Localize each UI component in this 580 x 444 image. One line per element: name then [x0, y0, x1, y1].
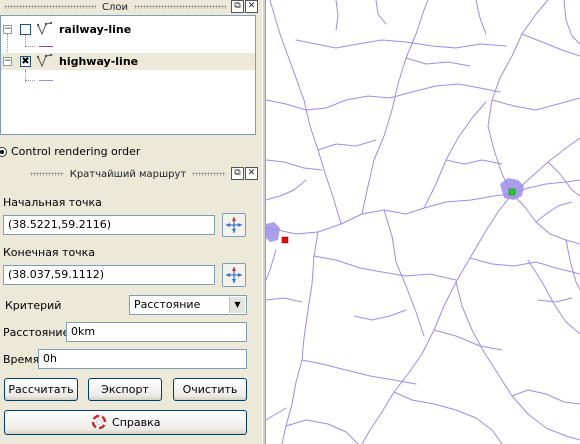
- road-line: [511, 193, 580, 245]
- line-layer-icon: [37, 22, 53, 36]
- layer-visibility-checkbox[interactable]: [20, 24, 31, 35]
- start-point-field[interactable]: (38.5221,59.2116): [3, 215, 215, 235]
- layer-symbol: [39, 46, 53, 47]
- pick-start-point-button[interactable]: [222, 213, 246, 237]
- map-canvas[interactable]: [266, 0, 580, 444]
- road-line: [266, 159, 323, 171]
- road-line: [353, 309, 407, 321]
- road-line: [469, 257, 580, 275]
- clear-button[interactable]: Очистить: [173, 378, 247, 401]
- radio-button[interactable]: [0, 146, 7, 157]
- route-dock-titlebar[interactable]: Кратчайший маршрут ⧉ ✕: [0, 167, 262, 181]
- road-line: [445, 159, 503, 165]
- road-line: [521, 33, 580, 57]
- control-rendering-order-toggle[interactable]: Control rendering order: [0, 145, 140, 158]
- criterion-value: Расстояние: [134, 298, 201, 311]
- road-line: [361, 193, 513, 444]
- route-dock-title: Кратчайший маршрут: [69, 168, 187, 180]
- calculate-button[interactable]: Рассчитать: [4, 378, 78, 401]
- end-point-label: Конечная точка: [3, 246, 96, 259]
- layers-dock-title: Слои: [102, 1, 128, 13]
- road-network-map[interactable]: [266, 0, 580, 444]
- city-area: [266, 222, 280, 242]
- end-point-field[interactable]: (38.037,59.1112): [3, 265, 215, 285]
- road-line: [491, 97, 580, 111]
- distance-label: Расстояние: [3, 326, 70, 339]
- road-line: [317, 139, 377, 151]
- layers-tree[interactable]: − railway-line − ✖ highway-line: [0, 15, 256, 135]
- road-line: [563, 0, 580, 45]
- close-icon[interactable]: ✕: [245, 0, 258, 13]
- road-line: [266, 179, 307, 201]
- pick-end-point-button[interactable]: [222, 263, 246, 287]
- road-line: [266, 297, 303, 303]
- capture-point-icon: [226, 267, 242, 283]
- road-line: [361, 0, 429, 215]
- road-line: [405, 57, 471, 67]
- road-line: [295, 39, 507, 49]
- road-line: [423, 101, 487, 209]
- left-dock-area: Слои ⧉ ✕ − railway-line − ✖ highway-line…: [0, 0, 262, 444]
- float-window-icon[interactable]: ⧉: [231, 0, 244, 13]
- chevron-down-icon[interactable]: ▼: [229, 297, 245, 313]
- start-point-label: Начальная точка: [3, 196, 102, 209]
- road-line: [487, 0, 549, 195]
- collapse-icon[interactable]: −: [3, 25, 12, 34]
- layer-name: railway-line: [59, 23, 132, 36]
- road-line: [537, 297, 573, 303]
- road-line: [266, 407, 287, 421]
- export-button[interactable]: Экспорт: [88, 378, 162, 401]
- road-line: [285, 419, 359, 444]
- road-line: [269, 0, 342, 225]
- layers-dock-titlebar[interactable]: Слои ⧉ ✕: [0, 0, 262, 14]
- road-line: [266, 83, 501, 111]
- layer-row-highway-line[interactable]: − ✖ highway-line: [1, 53, 255, 70]
- road-line: [313, 255, 457, 281]
- end-point-marker: [281, 236, 289, 244]
- road-line: [455, 281, 580, 441]
- road-line: [433, 329, 503, 351]
- criterion-select[interactable]: Расстояние ▼: [129, 295, 247, 315]
- control-rendering-order-label: Control rendering order: [11, 145, 141, 158]
- road-line: [511, 389, 580, 405]
- road-line: [281, 231, 319, 444]
- distance-field[interactable]: 0km: [66, 322, 247, 342]
- line-layer-icon: [37, 54, 53, 68]
- float-window-icon[interactable]: ⧉: [231, 167, 244, 180]
- road-line: [266, 179, 580, 235]
- help-button[interactable]: Справка: [4, 410, 247, 435]
- start-point-marker: [508, 188, 516, 196]
- layer-visibility-checkbox[interactable]: ✖: [20, 56, 31, 67]
- road-line: [266, 249, 277, 281]
- road-line: [375, 0, 387, 25]
- time-label: Время: [3, 353, 40, 366]
- help-icon: [91, 414, 106, 430]
- road-line: [393, 391, 503, 444]
- capture-point-icon: [226, 217, 242, 233]
- layer-name: highway-line: [59, 55, 139, 68]
- help-button-label: Справка: [112, 416, 161, 429]
- criterion-label: Критерий: [5, 299, 62, 312]
- road-line: [535, 201, 573, 223]
- layer-row-railway-line[interactable]: − railway-line: [1, 21, 255, 38]
- road-line: [547, 161, 580, 197]
- collapse-icon[interactable]: −: [3, 57, 12, 66]
- road-line: [527, 259, 580, 335]
- layer-symbol: [39, 80, 53, 81]
- road-line: [475, 0, 487, 35]
- road-line: [335, 0, 339, 31]
- close-icon[interactable]: ✕: [245, 167, 258, 180]
- road-line: [301, 359, 417, 385]
- time-field[interactable]: 0h: [38, 349, 247, 369]
- road-line: [565, 239, 580, 291]
